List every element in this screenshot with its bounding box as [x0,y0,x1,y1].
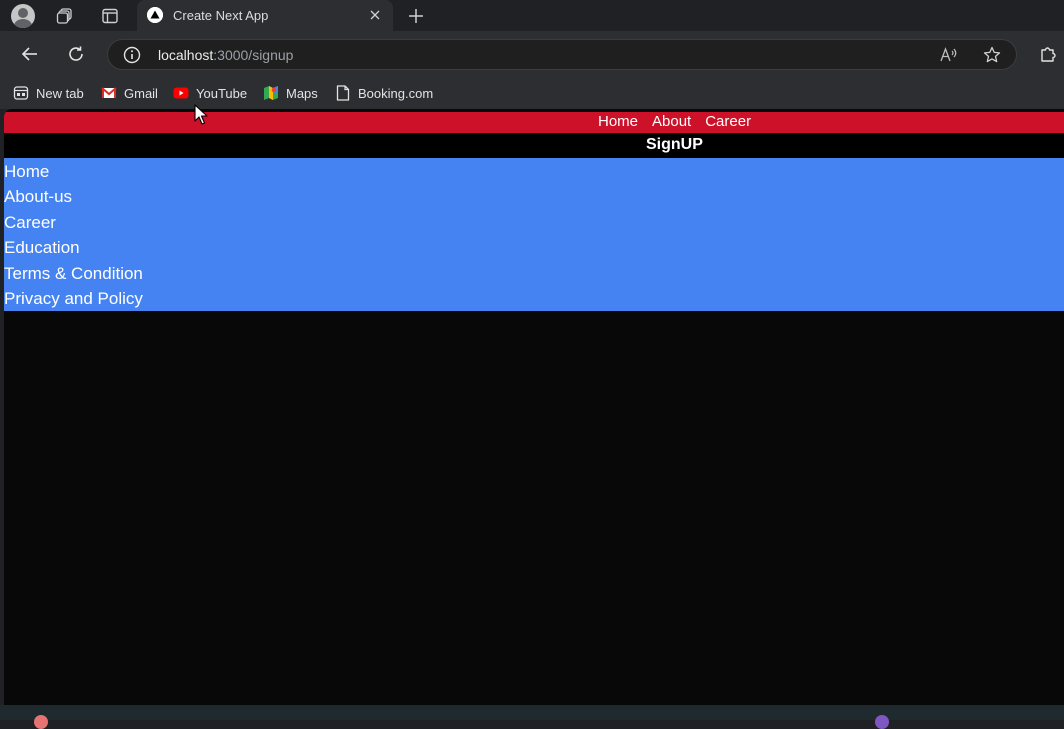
page-title: SignUP [646,136,703,153]
bookmark-label: YouTube [196,85,248,101]
menu-item-education[interactable]: Education [4,238,80,258]
bookmark-maps[interactable]: Maps [263,84,318,102]
new-tab-icon [13,85,29,101]
star-icon [983,46,1001,63]
close-icon [370,10,380,20]
top-navbar: Home About Career [4,112,1064,133]
reload-icon [69,46,83,61]
new-tab-button[interactable] [403,3,429,29]
menu-item-career[interactable]: Career [4,213,56,233]
favorite-button[interactable] [981,45,1003,65]
read-aloud-icon [940,47,957,62]
bookmark-new-tab[interactable]: New tab [13,84,84,102]
bookmark-gmail[interactable]: Gmail [101,84,158,102]
bookmark-label: Gmail [124,85,158,101]
nav-link-career[interactable]: Career [705,113,751,130]
address-bar[interactable]: localhost:3000/signup [107,39,1017,70]
taskbar-app-icon[interactable] [34,715,48,729]
tab-title: Create Next App [173,8,269,23]
taskbar-app-icon[interactable] [875,715,889,729]
browser-toolbar: localhost:3000/signup [0,31,1064,77]
reload-button[interactable] [62,40,90,68]
bookmark-youtube[interactable]: YouTube [173,84,247,102]
profile-avatar-icon [11,4,35,28]
bookmark-label: Maps [286,85,318,101]
nav-links: Home About Career [598,113,751,130]
back-arrow-icon [21,47,37,61]
url-text: localhost:3000/signup [158,47,293,63]
bookmarks-bar: New tab Gmail YouTube Maps Booking.com [0,77,1064,109]
extensions-button[interactable] [1034,40,1062,68]
extensions-puzzle-icon [1041,47,1056,62]
collections-button[interactable] [52,3,78,29]
profile-button[interactable] [10,3,36,29]
menu-item-terms[interactable]: Terms & Condition [4,264,143,284]
vertical-tabs-icon [102,8,118,24]
tab-strip: Create Next App [0,0,1064,31]
menu-item-home[interactable]: Home [4,162,49,182]
maps-icon [263,85,279,101]
bookmark-label: New tab [36,85,84,101]
bookmark-booking[interactable]: Booking.com [335,84,433,102]
os-taskbar [0,705,1064,729]
plus-icon [409,9,423,23]
menu-item-privacy[interactable]: Privacy and Policy [4,289,143,309]
tab-close-button[interactable] [367,7,383,23]
active-tab[interactable]: Create Next App [137,0,393,31]
nav-link-home[interactable]: Home [598,113,638,130]
read-aloud-button[interactable] [938,45,960,65]
page-viewport: Home About Career SignUP Home About-us C… [4,109,1064,705]
bookmark-label: Booking.com [358,85,434,101]
title-bar: SignUP [4,133,1064,158]
gmail-icon [101,85,117,101]
collections-icon [56,8,72,24]
page-icon [335,85,351,101]
menu-item-about-us[interactable]: About-us [4,187,72,207]
side-menu: Home About-us Career Education Terms & C… [4,158,1064,311]
nav-link-about[interactable]: About [652,113,691,130]
back-button[interactable] [16,40,44,68]
mouse-cursor-icon [194,104,208,125]
vertical-tabs-button[interactable] [97,3,123,29]
nextjs-favicon-icon [147,7,163,23]
site-info-icon[interactable] [123,46,141,64]
url-path: :3000/signup [213,47,294,63]
youtube-icon [173,85,189,101]
url-host: localhost [158,47,214,63]
